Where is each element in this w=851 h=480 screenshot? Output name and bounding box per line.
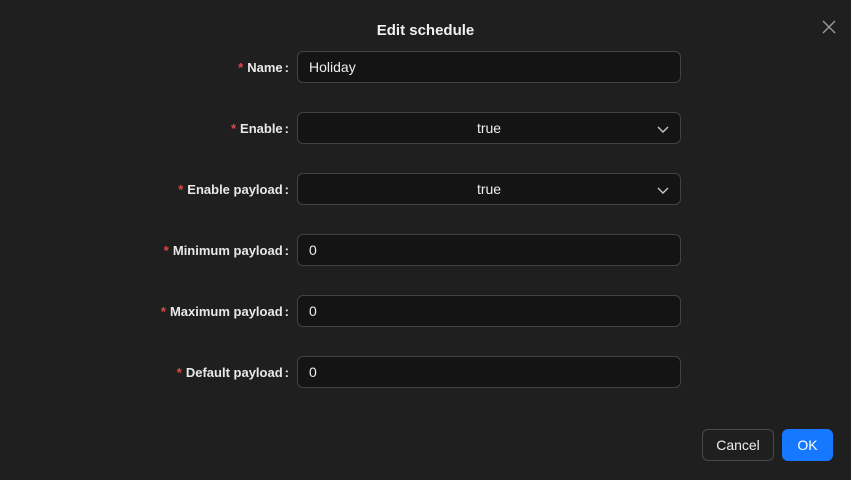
name-input-value: Holiday <box>309 59 356 75</box>
form-row-minimum-payload: * Minimum payload : 0 <box>0 234 851 266</box>
label-text: Minimum payload <box>172 242 283 258</box>
close-button[interactable] <box>819 17 839 37</box>
ok-button[interactable]: OK <box>782 429 833 461</box>
form-row-name: * Name : Holiday <box>0 51 851 83</box>
label-text: Default payload <box>185 364 283 380</box>
dialog-title: Edit schedule <box>376 22 475 39</box>
required-mark: * <box>160 303 166 319</box>
cancel-button[interactable]: Cancel <box>702 429 774 461</box>
form-row-maximum-payload: * Maximum payload : 0 <box>0 295 851 327</box>
form-row-enable-payload: * Enable payload : true <box>0 173 851 205</box>
chevron-down-icon <box>657 187 669 194</box>
enable-payload-select-value: true <box>476 181 502 197</box>
required-mark: * <box>230 120 237 136</box>
maximum-payload-value: 0 <box>309 303 317 319</box>
label-text: Maximum payload <box>169 303 283 319</box>
form-row-default-payload: * Default payload : 0 <box>0 356 851 388</box>
label-text: Enable payload <box>187 181 283 197</box>
label-colon: : <box>284 303 289 319</box>
form-row-enable: * Enable : true <box>0 112 851 144</box>
name-input[interactable]: Holiday <box>297 51 681 83</box>
field-label-enable: * Enable : <box>231 112 289 144</box>
field-label-minimum-payload: * Minimum payload : <box>164 234 289 266</box>
label-colon: : <box>284 59 289 75</box>
required-mark: * <box>176 364 182 380</box>
label-colon: : <box>284 242 289 258</box>
minimum-payload-value: 0 <box>309 242 317 258</box>
field-label-name: * Name : <box>238 51 289 83</box>
required-mark: * <box>163 242 169 258</box>
field-label-maximum-payload: * Maximum payload : <box>161 295 289 327</box>
required-mark: * <box>238 59 244 75</box>
chevron-down-icon <box>657 126 669 133</box>
enable-select[interactable]: true <box>297 112 681 144</box>
maximum-payload-input[interactable]: 0 <box>297 295 681 327</box>
field-label-default-payload: * Default payload : <box>177 356 289 388</box>
default-payload-value: 0 <box>309 364 317 380</box>
label-colon: : <box>284 364 289 380</box>
enable-select-value: true <box>476 120 502 136</box>
label-colon: : <box>284 120 289 136</box>
label-colon: : <box>284 181 289 197</box>
field-label-enable-payload: * Enable payload : <box>178 173 289 205</box>
edit-schedule-dialog: Edit schedule * Name : Holiday * Enable … <box>0 0 851 480</box>
label-text: Enable <box>240 120 283 136</box>
close-icon <box>822 20 836 34</box>
default-payload-input[interactable]: 0 <box>297 356 681 388</box>
minimum-payload-input[interactable]: 0 <box>297 234 681 266</box>
enable-payload-select[interactable]: true <box>297 173 681 205</box>
label-text: Name <box>247 59 283 75</box>
required-mark: * <box>178 181 184 197</box>
